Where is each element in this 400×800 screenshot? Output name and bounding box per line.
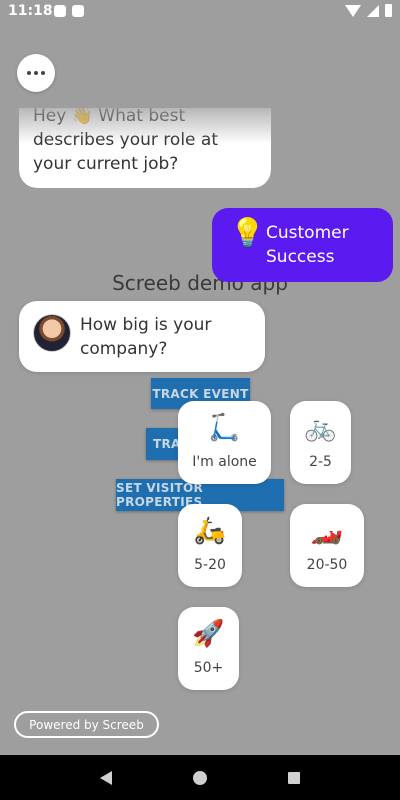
rocket-icon: 🚀 bbox=[192, 619, 225, 649]
powered-by-screeb-link[interactable]: Powered by Screeb bbox=[14, 711, 159, 738]
choice-5-20[interactable]: 🛵 5-20 bbox=[178, 504, 242, 587]
choice-label: 2-5 bbox=[309, 454, 332, 470]
more-dot-icon bbox=[34, 71, 38, 75]
choice-label: I'm alone bbox=[192, 454, 257, 470]
more-dot-icon bbox=[27, 71, 31, 75]
choice-50-plus[interactable]: 🚀 50+ bbox=[178, 607, 239, 690]
app-notification-icon bbox=[54, 5, 66, 17]
question-bubble: How big is your company? bbox=[19, 301, 265, 372]
more-dot-icon bbox=[41, 71, 45, 75]
status-time: 11:18 bbox=[8, 3, 53, 19]
sd-card-icon bbox=[72, 5, 84, 17]
signal-icon bbox=[367, 4, 379, 17]
more-options-button[interactable] bbox=[17, 54, 55, 92]
choice-2-5[interactable]: 🚲 2-5 bbox=[290, 401, 351, 484]
lightbulb-icon: 💡 bbox=[230, 216, 265, 249]
choice-label: 20-50 bbox=[306, 557, 348, 573]
choice-20-50[interactable]: 🏎️ 20-50 bbox=[290, 504, 364, 587]
previous-question-bubble: Hey 👋 What best describes your role at y… bbox=[19, 108, 271, 188]
navigation-bar bbox=[0, 755, 400, 800]
notification-icons bbox=[54, 5, 84, 17]
recent-apps-icon[interactable] bbox=[287, 771, 300, 784]
scooter-icon: 🛴 bbox=[208, 413, 241, 443]
choice-im-alone[interactable]: 🛴 I'm alone bbox=[178, 401, 271, 484]
avatar bbox=[33, 314, 71, 352]
wifi-icon bbox=[345, 4, 361, 17]
question-text: How big is your company? bbox=[80, 315, 212, 359]
previous-answer-bubble: 💡 Customer Success bbox=[212, 208, 393, 282]
previous-question-text: Hey 👋 What best describes your role at y… bbox=[33, 108, 218, 174]
previous-answer-label: Customer Success bbox=[266, 223, 349, 267]
choice-label: 5-20 bbox=[194, 557, 226, 573]
battery-icon bbox=[385, 4, 392, 17]
bicycle-icon: 🚲 bbox=[304, 413, 337, 443]
motor-scooter-icon: 🛵 bbox=[193, 516, 227, 546]
racing-car-icon: 🏎️ bbox=[310, 516, 344, 546]
system-icons bbox=[345, 4, 392, 17]
status-bar: 11:18 bbox=[0, 0, 400, 24]
back-icon[interactable] bbox=[100, 770, 113, 785]
choice-label: 50+ bbox=[193, 660, 224, 676]
home-icon[interactable] bbox=[192, 770, 207, 785]
